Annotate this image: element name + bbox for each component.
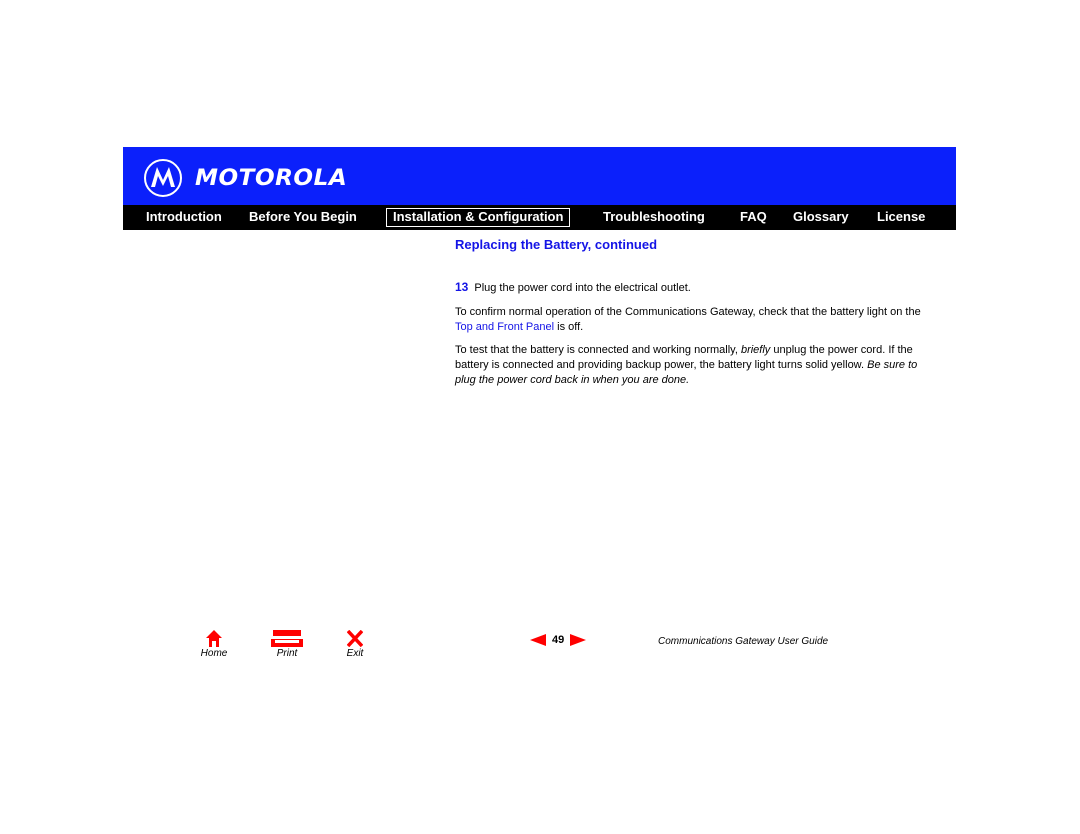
paragraph-text: To test that the battery is connected an… bbox=[455, 344, 741, 356]
nav-glossary[interactable]: Glossary bbox=[793, 205, 849, 230]
motorola-logo: MOTOROLA bbox=[143, 158, 347, 198]
header-banner: MOTOROLA bbox=[123, 147, 956, 205]
next-page-arrow-icon[interactable] bbox=[570, 634, 587, 646]
print-button[interactable]: Print bbox=[270, 630, 304, 659]
exit-button[interactable]: Exit bbox=[343, 630, 367, 659]
top-front-panel-link[interactable]: Top and Front Panel bbox=[455, 321, 554, 333]
motorola-batwing-icon bbox=[144, 159, 182, 197]
home-icon bbox=[206, 630, 222, 647]
emphasis-text: briefly bbox=[740, 344, 771, 356]
paragraph-text: is off. bbox=[554, 321, 584, 333]
brand-wordmark: MOTOROLA bbox=[195, 165, 348, 191]
exit-icon bbox=[347, 630, 363, 647]
nav-bar: Introduction Before You Begin Installati… bbox=[123, 205, 956, 230]
step-13: 13 Plug the power cord into the electrica… bbox=[455, 280, 940, 296]
nav-before-you-begin[interactable]: Before You Begin bbox=[249, 205, 357, 230]
guide-title: Communications Gateway User Guide bbox=[658, 636, 829, 647]
step-text: Plug the power cord into the electrical … bbox=[474, 282, 691, 294]
print-label: Print bbox=[276, 648, 298, 659]
nav-troubleshooting[interactable]: Troubleshooting bbox=[603, 205, 705, 230]
nav-license[interactable]: License bbox=[877, 205, 925, 230]
nav-faq[interactable]: FAQ bbox=[740, 205, 767, 230]
paragraph-text: To confirm normal operation of the Commu… bbox=[455, 306, 921, 318]
page-number: 49 bbox=[552, 634, 565, 646]
section-title: Replacing the Battery, continued bbox=[455, 237, 658, 252]
nav-introduction[interactable]: Introduction bbox=[146, 205, 222, 230]
nav-installation-configuration[interactable]: Installation & Configuration bbox=[386, 208, 571, 227]
home-button[interactable]: Home bbox=[199, 630, 229, 659]
step-number: 13 bbox=[455, 280, 469, 294]
content-body: 13 Plug the power cord into the electrica… bbox=[455, 280, 940, 396]
previous-page-arrow-icon[interactable] bbox=[530, 634, 546, 646]
paragraph-confirm: To confirm normal operation of the Commu… bbox=[455, 305, 940, 335]
home-label: Home bbox=[200, 648, 228, 659]
pager: 49 bbox=[530, 634, 587, 646]
paragraph-test: To test that the battery is connected an… bbox=[455, 343, 940, 388]
print-icon bbox=[271, 630, 303, 647]
exit-label: Exit bbox=[346, 648, 364, 659]
